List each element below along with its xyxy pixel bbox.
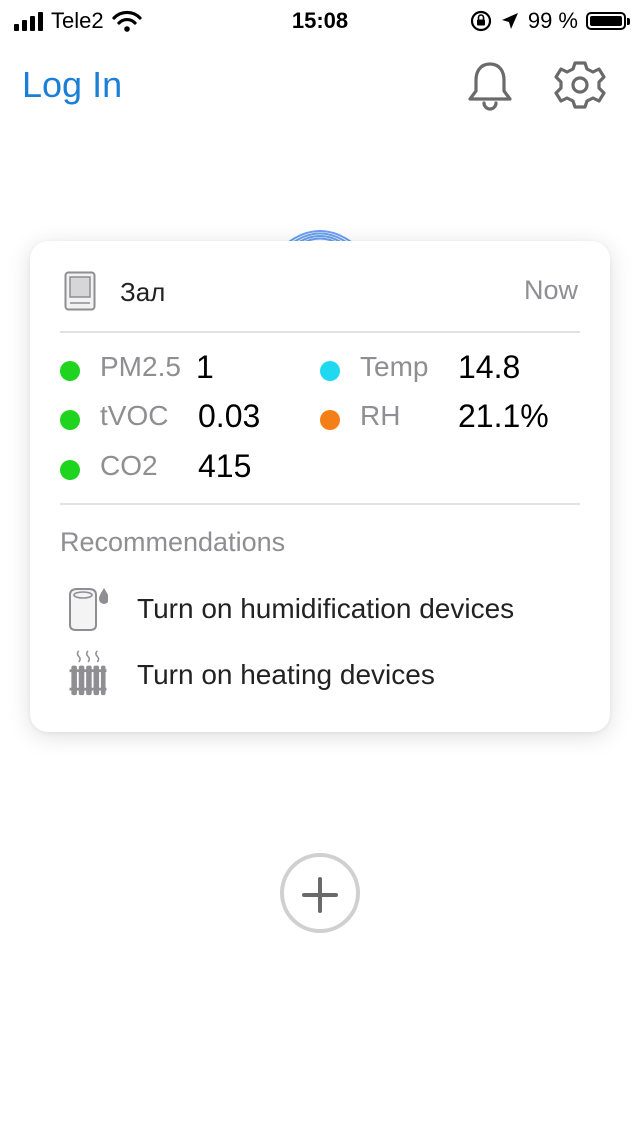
- location-arrow-icon: [501, 13, 518, 29]
- room-card[interactable]: Зал Now PM2.5 1 tVOC 0.03 CO2 415 Temp 1…: [30, 241, 610, 732]
- status-dot: [60, 460, 80, 480]
- battery-percent: 99 %: [527, 8, 578, 33]
- recommendation-text: Turn on heating devices: [137, 659, 435, 690]
- status-dot: [60, 361, 80, 381]
- metric-label: CO2: [100, 450, 158, 481]
- metric-pm25: PM2.5 1: [60, 349, 310, 391]
- metric-co2: CO2 415: [60, 448, 310, 490]
- air-monitor-icon: [64, 271, 96, 311]
- metric-label: tVOC: [100, 400, 169, 431]
- humidifier-icon: [69, 588, 108, 631]
- radiator-icon: [69, 650, 107, 696]
- metric-value: 1: [196, 349, 214, 385]
- metric-value: 21.1%: [458, 398, 549, 434]
- gear-icon[interactable]: [554, 58, 606, 112]
- metric-value: 415: [198, 448, 252, 484]
- login-link[interactable]: Log In: [22, 64, 122, 106]
- status-dot: [320, 361, 340, 381]
- metric-temp: Temp 14.8: [320, 349, 580, 391]
- metric-label: PM2.5: [100, 351, 181, 382]
- status-right: 99 %: [470, 8, 630, 34]
- metric-rh: RH 21.1%: [320, 398, 580, 440]
- status-bar: Tele2 15:08 99 %: [0, 0, 640, 42]
- add-device-button[interactable]: [280, 853, 360, 933]
- status-dot: [60, 410, 80, 430]
- recommendations-title: Recommendations: [60, 527, 286, 557]
- metric-value: 0.03: [198, 398, 261, 434]
- status-dot: [320, 410, 340, 430]
- divider: [60, 503, 580, 505]
- metric-label: Temp: [360, 351, 429, 382]
- battery-icon: [586, 12, 630, 30]
- bell-icon[interactable]: [464, 58, 516, 112]
- metric-value: 14.8: [458, 349, 521, 385]
- recommendation-text: Turn on humidification devices: [137, 593, 515, 624]
- updated-time: Now: [523, 275, 578, 305]
- metric-label: RH: [360, 400, 401, 431]
- divider: [60, 331, 580, 333]
- room-name: Зал: [120, 277, 166, 307]
- metric-tvoc: tVOC 0.03: [60, 398, 310, 440]
- orientation-lock-icon: [470, 10, 491, 32]
